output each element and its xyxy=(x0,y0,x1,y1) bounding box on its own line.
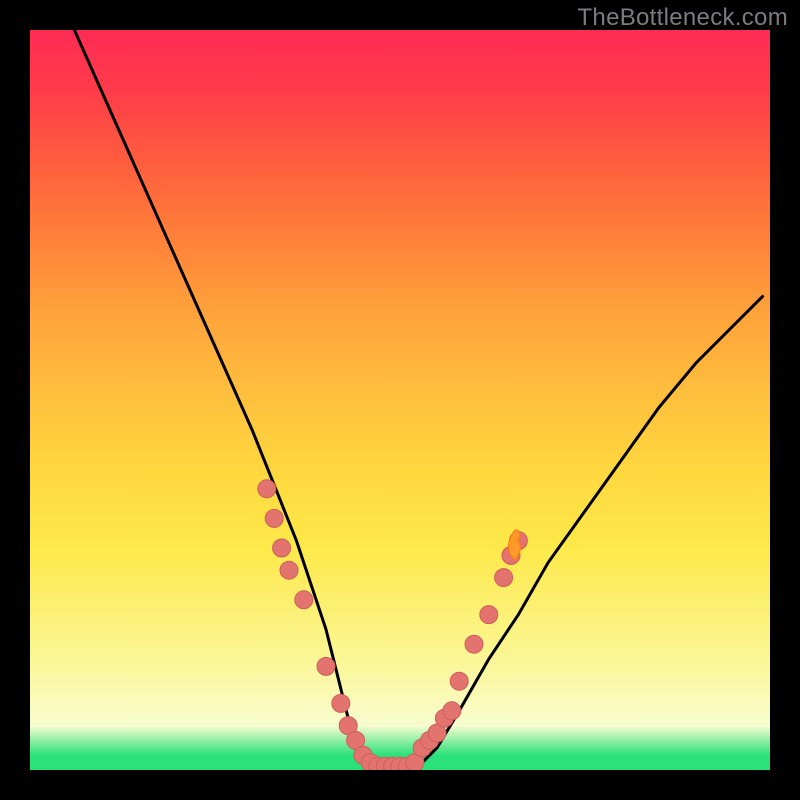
bottleneck-curve xyxy=(74,30,762,770)
plot-area xyxy=(30,30,770,770)
data-markers xyxy=(258,480,528,770)
marker-point xyxy=(295,591,313,609)
marker-point xyxy=(332,694,350,712)
chart-svg xyxy=(30,30,770,770)
watermark-label: TheBottleneck.com xyxy=(577,4,788,32)
chart-frame: TheBottleneck.com xyxy=(0,0,800,800)
marker-point xyxy=(495,569,513,587)
marker-point xyxy=(450,672,468,690)
marker-point xyxy=(265,509,283,527)
marker-point xyxy=(280,561,298,579)
marker-point xyxy=(258,480,276,498)
marker-point xyxy=(443,702,461,720)
marker-point xyxy=(317,657,335,675)
bottleneck-curve-path xyxy=(74,30,762,770)
marker-point xyxy=(480,606,498,624)
marker-point xyxy=(465,635,483,653)
marker-point xyxy=(273,539,291,557)
